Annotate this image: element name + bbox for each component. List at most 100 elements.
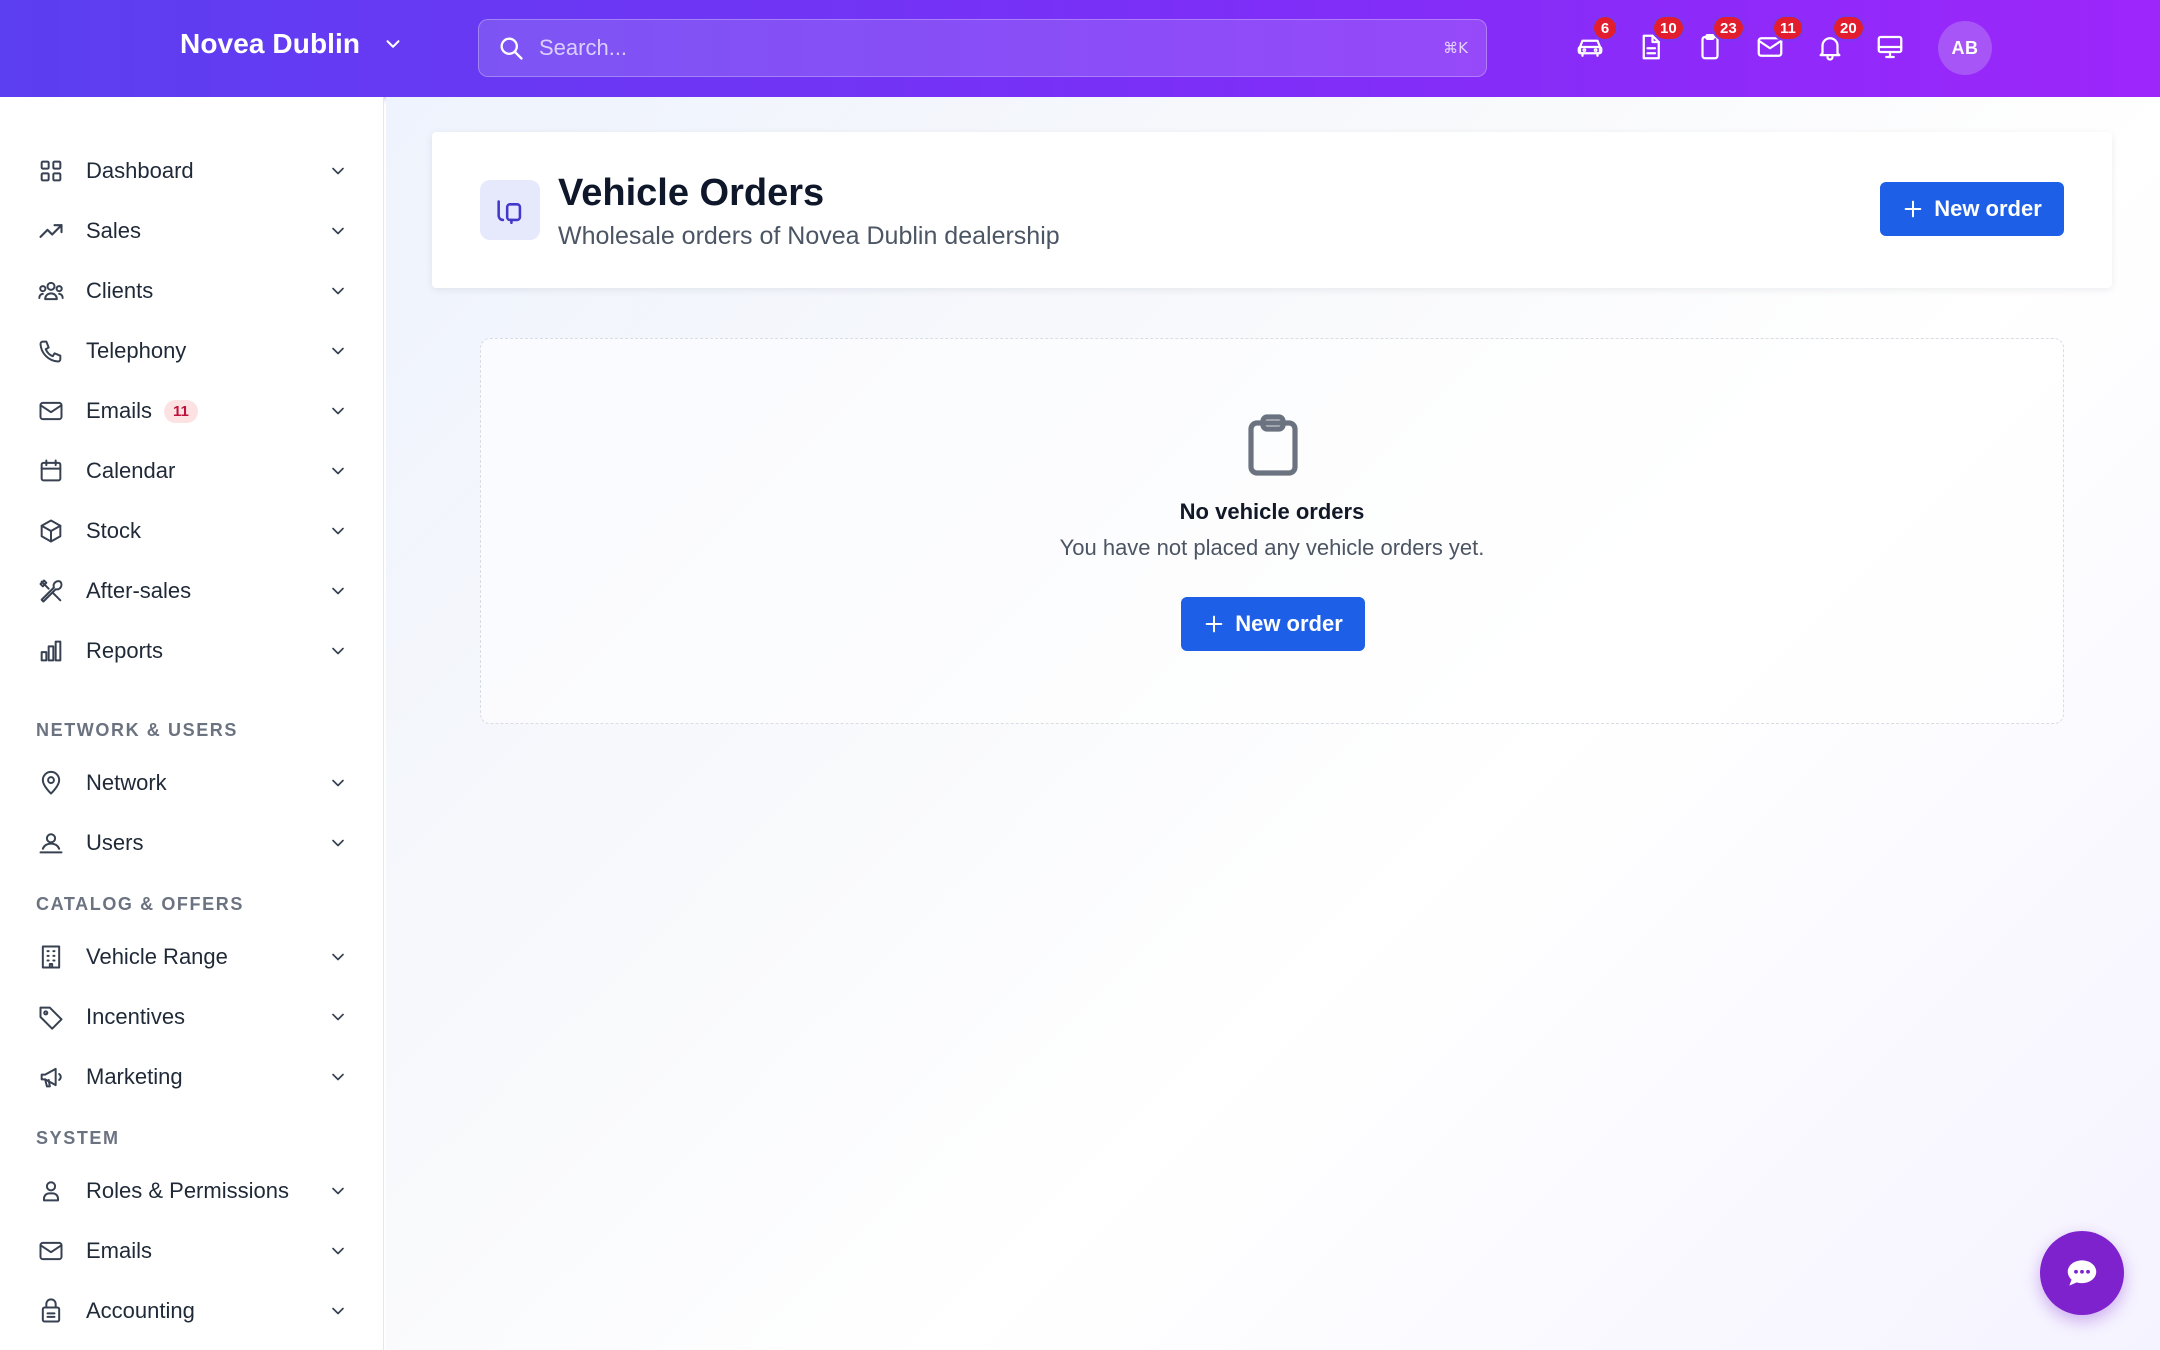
header-notifications-button[interactable]: 20 xyxy=(1812,15,1865,65)
lock-bag-icon xyxy=(41,1298,61,1323)
chevron-down-icon xyxy=(386,40,400,48)
header-tasks-button[interactable]: 23 xyxy=(1692,15,1745,65)
chevron-down-icon xyxy=(332,953,344,961)
sidebar-item-label: Emails xyxy=(86,398,153,423)
chevron-down-icon xyxy=(332,347,344,355)
header-car-button[interactable]: 6 xyxy=(1572,15,1618,65)
dealership-switcher[interactable]: Novea Dublin xyxy=(180,28,404,60)
section-title-system: SYSTEM xyxy=(36,1128,120,1148)
monitor-icon xyxy=(1877,35,1903,59)
chevron-down-icon xyxy=(332,1187,344,1195)
chevron-down-icon xyxy=(332,167,344,175)
plus-icon xyxy=(1904,200,1922,218)
chevron-down-icon xyxy=(332,467,344,475)
grid-icon xyxy=(40,160,62,182)
car-badge: 6 xyxy=(1592,15,1618,41)
user-icon xyxy=(43,1181,59,1202)
sidebar-item-label: Clients xyxy=(86,278,154,303)
phone-icon xyxy=(39,340,62,363)
header-documents-button[interactable]: 10 xyxy=(1632,15,1685,65)
chevron-down-icon xyxy=(332,1073,344,1081)
sidebar-item-label: Users xyxy=(86,830,144,855)
sidebar-item-stock[interactable]: Stock xyxy=(36,506,348,556)
sidebar: Dashboard Sales Clients Telephony Emails… xyxy=(0,97,384,1350)
mail-icon xyxy=(39,1241,63,1261)
brand-name: Novea Dublin xyxy=(180,28,361,59)
search-bar[interactable]: ⌘K xyxy=(478,19,1487,77)
chevron-down-icon xyxy=(332,1013,344,1021)
plus-icon xyxy=(1205,615,1223,633)
calendar-icon xyxy=(40,459,62,482)
mail-icon xyxy=(39,401,63,421)
megaphone-icon xyxy=(40,1067,62,1088)
new-order-button[interactable]: New order xyxy=(1880,182,2064,236)
empty-state: No vehicle orders You have not placed an… xyxy=(480,338,2064,724)
building-icon xyxy=(41,945,61,969)
chevron-down-icon xyxy=(332,647,344,655)
map-pin-icon xyxy=(41,771,61,795)
emails-count-badge: 11 xyxy=(164,399,198,423)
search-shortcut: ⌘K xyxy=(1443,39,1468,57)
tools-icon xyxy=(39,579,63,603)
empty-state-text: You have not placed any vehicle orders y… xyxy=(1059,535,1485,560)
sidebar-item-incentives[interactable]: Incentives xyxy=(36,992,348,1042)
section-title-network-users: NETWORK & USERS xyxy=(36,720,239,740)
search-input[interactable] xyxy=(539,20,1399,76)
trending-up-icon xyxy=(39,224,63,238)
mail-badge: 11 xyxy=(1772,15,1804,41)
sidebar-item-accounting[interactable]: Accounting xyxy=(36,1286,348,1336)
vehicle-orders-icon xyxy=(497,200,522,225)
sidebar-item-system-emails[interactable]: Emails xyxy=(36,1226,348,1276)
sidebar-item-calendar[interactable]: Calendar xyxy=(36,446,348,496)
sidebar-item-dashboard[interactable]: Dashboard xyxy=(36,146,348,196)
empty-new-order-button[interactable]: New order xyxy=(1181,597,1365,651)
sidebar-item-label: Sales xyxy=(86,218,142,243)
sidebar-item-telephony[interactable]: Telephony xyxy=(36,326,348,376)
documents-badge: 10 xyxy=(1652,15,1685,41)
users-group-icon xyxy=(38,281,64,301)
sidebar-item-label: Reports xyxy=(86,638,164,663)
page-subtitle: Wholesale orders of Novea Dublin dealers… xyxy=(558,222,1060,250)
sidebar-item-label: Calendar xyxy=(86,458,176,483)
chevron-down-icon xyxy=(332,1307,344,1315)
sidebar-item-label: Incentives xyxy=(86,1004,186,1029)
new-order-label: New order xyxy=(1934,196,2042,221)
chat-button[interactable] xyxy=(2040,1231,2124,1315)
chevron-down-icon xyxy=(332,839,344,847)
page-header-card: Vehicle Orders Wholesale orders of Novea… xyxy=(432,132,2112,288)
header-display-button[interactable] xyxy=(1872,29,1908,65)
new-order-label: New order xyxy=(1235,611,1343,636)
tag-icon xyxy=(39,1006,63,1030)
chevron-down-icon xyxy=(332,407,344,415)
box-icon xyxy=(40,519,62,543)
page-icon xyxy=(480,180,540,240)
sidebar-item-label: Roles & Permissions xyxy=(86,1178,289,1203)
sidebar-item-reports[interactable]: Reports xyxy=(36,626,348,676)
sidebar-item-label: Vehicle Range xyxy=(86,944,228,969)
sidebar-item-label: Dashboard xyxy=(86,158,194,183)
page-title: Vehicle Orders xyxy=(558,172,825,214)
sidebar-item-vehicle-range[interactable]: Vehicle Range xyxy=(36,932,348,982)
chevron-down-icon xyxy=(332,779,344,787)
sidebar-item-sales[interactable]: Sales xyxy=(36,206,348,256)
sidebar-item-users[interactable]: Users xyxy=(36,818,348,868)
sidebar-item-clients[interactable]: Clients xyxy=(36,266,348,316)
sidebar-item-label: Telephony xyxy=(86,338,187,363)
sidebar-item-label: After-sales xyxy=(86,578,192,603)
header-mail-button[interactable]: 11 xyxy=(1752,15,1804,65)
bar-chart-icon xyxy=(40,640,62,662)
sidebar-item-label: Marketing xyxy=(86,1064,183,1089)
search-icon xyxy=(500,37,523,60)
sidebar-item-after-sales[interactable]: After-sales xyxy=(36,566,348,616)
chevron-down-icon xyxy=(332,1247,344,1255)
sidebar-item-marketing[interactable]: Marketing xyxy=(36,1052,348,1102)
notifications-badge: 20 xyxy=(1832,15,1865,41)
top-bar: Novea Dublin ⌘K 6 10 23 11 20 AB xyxy=(0,0,2160,97)
sidebar-item-emails[interactable]: Emails 11 xyxy=(36,386,348,436)
section-title-catalog-offers: CATALOG & OFFERS xyxy=(36,894,244,914)
chevron-down-icon xyxy=(332,587,344,595)
tasks-badge: 23 xyxy=(1712,15,1745,41)
user-avatar[interactable]: AB xyxy=(1938,21,1992,75)
sidebar-item-network[interactable]: Network xyxy=(36,758,348,808)
sidebar-item-roles-permissions[interactable]: Roles & Permissions xyxy=(36,1166,348,1216)
